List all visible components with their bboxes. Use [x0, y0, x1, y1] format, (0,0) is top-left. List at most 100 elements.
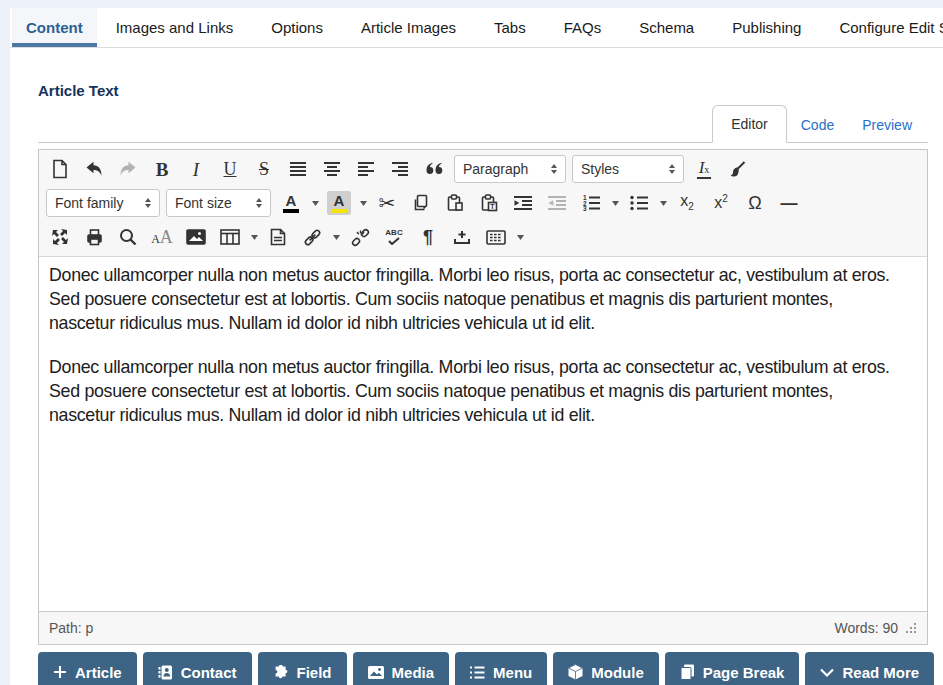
xtd-button-article[interactable]: Article [38, 652, 137, 685]
editor-status-bar: Path: p Words: 90 [39, 611, 927, 644]
select-arrows-icon [137, 198, 151, 208]
align-center-button[interactable] [317, 155, 347, 183]
unlink-icon [351, 228, 370, 247]
main-tab-content[interactable]: Content [12, 8, 97, 47]
indent-button[interactable] [508, 189, 538, 217]
article-document-button[interactable] [263, 223, 293, 251]
select-arrows-icon [543, 164, 557, 174]
contact-card-icon [158, 665, 173, 680]
italic-button[interactable]: I [181, 155, 211, 183]
svg-text:T: T [490, 203, 495, 210]
redo-button[interactable] [113, 155, 143, 183]
main-tab-images-and-links[interactable]: Images and Links [97, 8, 253, 47]
bullet-list-dropdown-arrow[interactable] [656, 201, 670, 206]
xtd-button-field[interactable]: Field [258, 652, 347, 685]
bold-icon: B [156, 160, 169, 179]
underline-button[interactable]: U [215, 155, 245, 183]
align-justify-button[interactable] [283, 155, 313, 183]
main-tab-publishing[interactable]: Publishing [713, 8, 820, 47]
font-family-select[interactable]: Font family [46, 189, 160, 217]
font-size-select[interactable]: Font size [166, 189, 271, 217]
numbered-list-dropdown-arrow[interactable] [608, 201, 622, 206]
print-icon [85, 228, 104, 246]
main-tab-tabs[interactable]: Tabs [475, 8, 545, 47]
xtd-button-media[interactable]: Media [353, 652, 450, 685]
resize-grip-icon[interactable] [906, 623, 917, 634]
paste-button[interactable] [440, 189, 470, 217]
cut-icon: ✂ [379, 193, 396, 213]
format-brush-button[interactable] [723, 155, 753, 183]
editor-tab-code[interactable]: Code [787, 107, 848, 143]
page-break-icon [680, 664, 695, 680]
xtd-button-menu[interactable]: Menu [455, 652, 547, 685]
special-character-button[interactable]: Ω [740, 189, 770, 217]
superscript-button[interactable]: x2 [706, 189, 736, 217]
text-color-icon: A [283, 193, 299, 213]
xtd-button-module[interactable]: Module [553, 652, 659, 685]
undo-button[interactable] [79, 155, 109, 183]
keyboard-button[interactable] [481, 223, 511, 251]
word-count: Words: 90 [834, 620, 898, 636]
horizontal-rule-button[interactable]: — [774, 189, 804, 217]
cut-button[interactable]: ✂ [372, 189, 402, 217]
editor-path: Path: p [49, 620, 93, 636]
pilcrow-button[interactable]: ¶ [413, 223, 443, 251]
highlight-color-dropdown-arrow[interactable] [356, 201, 370, 206]
print-button[interactable] [79, 223, 109, 251]
blockquote-button[interactable] [419, 155, 449, 183]
clear-formatting-button[interactable]: Ix [689, 155, 719, 183]
bullet-list-button[interactable] [624, 189, 654, 217]
bold-button[interactable]: B [147, 155, 177, 183]
format-select[interactable]: Paragraph [454, 155, 566, 183]
main-tab-article-images[interactable]: Article Images [342, 8, 475, 47]
search-button[interactable] [113, 223, 143, 251]
copy-icon [412, 194, 430, 212]
align-right-button[interactable] [385, 155, 415, 183]
image-button[interactable] [181, 223, 211, 251]
table-button[interactable] [215, 223, 245, 251]
fullscreen-icon [51, 228, 69, 246]
link-dropdown-arrow[interactable] [329, 235, 343, 240]
xtd-button-label: Article [75, 664, 122, 681]
editor-wrap: EditorCodePreview B IUS ParagraphStylesIx F… [38, 104, 928, 685]
table-dropdown-arrow[interactable] [247, 235, 261, 240]
xtd-button-contact[interactable]: Contact [143, 652, 252, 685]
paste-text-button[interactable]: T [474, 189, 504, 217]
link-button[interactable] [297, 223, 327, 251]
article-text-label: Article Text [38, 82, 943, 99]
new-document-button[interactable] [45, 155, 75, 183]
xtd-button-page-break[interactable]: Page Break [665, 652, 800, 685]
fullscreen-button[interactable] [45, 223, 75, 251]
main-tab-configure-edit-screen[interactable]: Configure Edit Screen [820, 8, 943, 47]
editor-tab-editor[interactable]: Editor [712, 105, 787, 143]
align-left-button[interactable] [351, 155, 381, 183]
outdent-button[interactable] [542, 189, 572, 217]
highlight-color-button[interactable]: A [324, 189, 354, 217]
module-cube-icon [568, 664, 583, 680]
font-case-icon: AA [151, 228, 173, 246]
unlink-button[interactable] [345, 223, 375, 251]
editor-tab-preview[interactable]: Preview [848, 107, 926, 143]
spellcheck-button[interactable]: ABC [379, 223, 409, 251]
text-color-button[interactable]: A [276, 189, 306, 217]
xtd-button-read-more[interactable]: Read More [805, 652, 934, 685]
strikethrough-button[interactable]: S [249, 155, 279, 183]
styles-select[interactable]: Styles [572, 155, 684, 183]
italic-icon: I [193, 160, 199, 179]
indent-icon [513, 195, 533, 211]
editor-container: B IUS ParagraphStylesIx Font family Font siz… [38, 149, 928, 645]
font-family-select-value: Font family [55, 195, 123, 211]
main-tab-faqs[interactable]: FAQs [545, 8, 621, 47]
xtd-button-label: Menu [493, 664, 532, 681]
copy-button[interactable] [406, 189, 436, 217]
numbered-list-button[interactable]: 123 [576, 189, 606, 217]
text-color-dropdown-arrow[interactable] [308, 201, 322, 206]
main-tab-schema[interactable]: Schema [620, 8, 713, 47]
editor-content-area[interactable]: Donec ullamcorper nulla non metus auctor… [39, 256, 927, 611]
font-case-button[interactable]: AA [147, 223, 177, 251]
main-tab-options[interactable]: Options [252, 8, 342, 47]
keyboard-dropdown-arrow[interactable] [513, 235, 527, 240]
insert-button[interactable] [447, 223, 477, 251]
subscript-button[interactable]: x2 [672, 189, 702, 217]
strikethrough-icon: S [259, 160, 269, 178]
